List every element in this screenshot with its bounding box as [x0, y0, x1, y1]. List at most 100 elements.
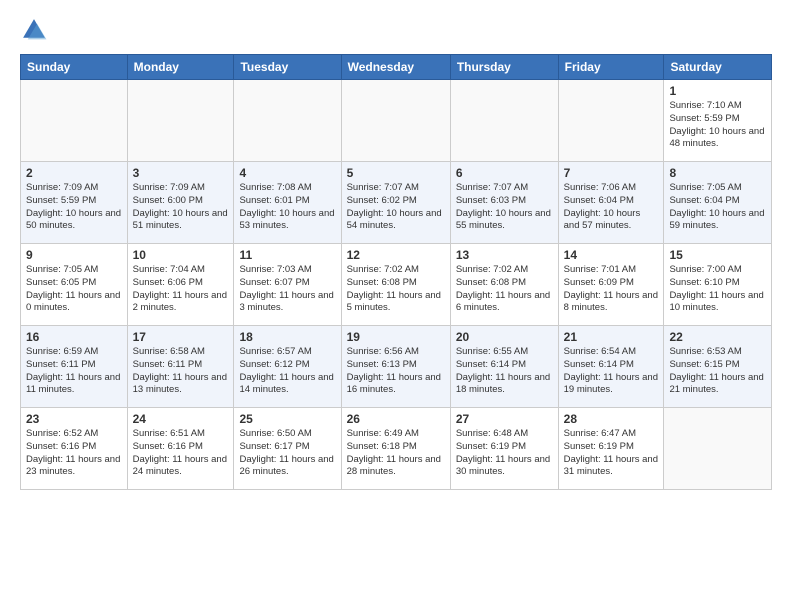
day-info: Sunrise: 7:04 AMSunset: 6:06 PMDaylight:… — [133, 264, 229, 315]
day-info: Sunrise: 6:49 AMSunset: 6:18 PMDaylight:… — [347, 428, 445, 479]
day-info: Sunrise: 7:10 AMSunset: 5:59 PMDaylight:… — [669, 100, 766, 151]
day-cell: 3Sunrise: 7:09 AMSunset: 6:00 PMDaylight… — [127, 162, 234, 244]
day-cell — [127, 80, 234, 162]
day-cell: 17 Sunrise: 6:58 AMSunset: 6:11 PMDayligh… — [127, 326, 234, 408]
day-cell: 20 Sunrise: 6:55 AMSunset: 6:14 PMDayligh… — [450, 326, 558, 408]
day-info: Sunrise: 7:07 AMSunset: 6:03 PMDaylight:… — [456, 182, 553, 233]
day-info: Sunrise: 7:01 AMSunset: 6:09 PMDaylight:… — [564, 264, 659, 315]
day-cell — [21, 80, 128, 162]
day-cell: 8 Sunrise: 7:05 AMSunset: 6:04 PMDaylight… — [664, 162, 772, 244]
day-number: 27 — [456, 412, 553, 426]
day-number: 23 — [26, 412, 122, 426]
day-info: Sunrise: 7:05 AMSunset: 6:05 PMDaylight:… — [26, 264, 122, 315]
day-cell: 12 Sunrise: 7:02 AMSunset: 6:08 PMDayligh… — [341, 244, 450, 326]
day-cell — [664, 408, 772, 490]
day-info: Sunrise: 6:47 AMSunset: 6:19 PMDaylight:… — [564, 428, 659, 479]
day-cell: 6 Sunrise: 7:07 AMSunset: 6:03 PMDaylight… — [450, 162, 558, 244]
day-number: 1 — [669, 84, 766, 98]
day-number: 9 — [26, 248, 122, 262]
day-cell: 15 Sunrise: 7:00 AMSunset: 6:10 PMDayligh… — [664, 244, 772, 326]
day-info: Sunrise: 7:02 AMSunset: 6:08 PMDaylight:… — [347, 264, 445, 315]
day-cell: 10 Sunrise: 7:04 AMSunset: 6:06 PMDayligh… — [127, 244, 234, 326]
day-info: Sunrise: 6:51 AMSunset: 6:16 PMDaylight:… — [133, 428, 229, 479]
day-cell: 23 Sunrise: 6:52 AMSunset: 6:16 PMDayligh… — [21, 408, 128, 490]
day-number: 10 — [133, 248, 229, 262]
day-number: 4 — [239, 166, 335, 180]
day-cell: 13 Sunrise: 7:02 AMSunset: 6:08 PMDayligh… — [450, 244, 558, 326]
day-number: 15 — [669, 248, 766, 262]
day-number: 17 — [133, 330, 229, 344]
day-info: Sunrise: 7:02 AMSunset: 6:08 PMDaylight:… — [456, 264, 553, 315]
day-cell: 9 Sunrise: 7:05 AMSunset: 6:05 PMDaylight… — [21, 244, 128, 326]
day-number: 21 — [564, 330, 659, 344]
day-cell: 18Sunrise: 6:57 AMSunset: 6:12 PMDayligh… — [234, 326, 341, 408]
day-info: Sunrise: 6:50 AMSunset: 6:17 PMDaylight:… — [239, 428, 335, 479]
day-number: 22 — [669, 330, 766, 344]
day-info: Sunrise: 6:48 AMSunset: 6:19 PMDaylight:… — [456, 428, 553, 479]
day-number: 12 — [347, 248, 445, 262]
day-info: Sunrise: 6:55 AMSunset: 6:14 PMDaylight:… — [456, 346, 553, 397]
page: SundayMondayTuesdayWednesdayThursdayFrid… — [0, 0, 792, 612]
day-number: 26 — [347, 412, 445, 426]
day-number: 19 — [347, 330, 445, 344]
day-cell: 7 Sunrise: 7:06 AMSunset: 6:04 PMDaylight… — [558, 162, 664, 244]
day-number: 2 — [26, 166, 122, 180]
calendar: SundayMondayTuesdayWednesdayThursdayFrid… — [20, 54, 772, 490]
day-info: Sunrise: 7:06 AMSunset: 6:04 PMDaylight:… — [564, 182, 659, 233]
day-cell — [450, 80, 558, 162]
header-row: SundayMondayTuesdayWednesdayThursdayFrid… — [21, 55, 772, 80]
day-info: Sunrise: 6:56 AMSunset: 6:13 PMDaylight:… — [347, 346, 445, 397]
col-header-wednesday: Wednesday — [341, 55, 450, 80]
col-header-tuesday: Tuesday — [234, 55, 341, 80]
day-number: 7 — [564, 166, 659, 180]
logo-icon — [20, 16, 48, 44]
week-row-1: 1 Sunrise: 7:10 AMSunset: 5:59 PMDaylight… — [21, 80, 772, 162]
day-number: 11 — [239, 248, 335, 262]
col-header-thursday: Thursday — [450, 55, 558, 80]
day-cell: 21 Sunrise: 6:54 AMSunset: 6:14 PMDayligh… — [558, 326, 664, 408]
day-info: Sunrise: 7:03 AMSunset: 6:07 PMDaylight:… — [239, 264, 335, 315]
col-header-saturday: Saturday — [664, 55, 772, 80]
week-row-4: 16Sunrise: 6:59 AMSunset: 6:11 PMDayligh… — [21, 326, 772, 408]
day-info: Sunrise: 7:08 AMSunset: 6:01 PMDaylight:… — [239, 182, 335, 233]
day-cell: 28 Sunrise: 6:47 AMSunset: 6:19 PMDayligh… — [558, 408, 664, 490]
day-number: 20 — [456, 330, 553, 344]
day-number: 6 — [456, 166, 553, 180]
day-number: 3 — [133, 166, 229, 180]
day-cell: 25 Sunrise: 6:50 AMSunset: 6:17 PMDayligh… — [234, 408, 341, 490]
day-info: Sunrise: 6:54 AMSunset: 6:14 PMDaylight:… — [564, 346, 659, 397]
day-cell: 5 Sunrise: 7:07 AMSunset: 6:02 PMDaylight… — [341, 162, 450, 244]
week-row-5: 23 Sunrise: 6:52 AMSunset: 6:16 PMDayligh… — [21, 408, 772, 490]
day-number: 13 — [456, 248, 553, 262]
day-cell: 14Sunrise: 7:01 AMSunset: 6:09 PMDayligh… — [558, 244, 664, 326]
logo — [20, 16, 52, 44]
day-info: Sunrise: 7:07 AMSunset: 6:02 PMDaylight:… — [347, 182, 445, 233]
day-info: Sunrise: 6:53 AMSunset: 6:15 PMDaylight:… — [669, 346, 766, 397]
day-cell: 24 Sunrise: 6:51 AMSunset: 6:16 PMDayligh… — [127, 408, 234, 490]
day-cell: 16Sunrise: 6:59 AMSunset: 6:11 PMDayligh… — [21, 326, 128, 408]
day-cell: 19 Sunrise: 6:56 AMSunset: 6:13 PMDayligh… — [341, 326, 450, 408]
day-info: Sunrise: 6:58 AMSunset: 6:11 PMDaylight:… — [133, 346, 229, 397]
col-header-sunday: Sunday — [21, 55, 128, 80]
day-number: 24 — [133, 412, 229, 426]
col-header-friday: Friday — [558, 55, 664, 80]
day-number: 16 — [26, 330, 122, 344]
col-header-monday: Monday — [127, 55, 234, 80]
day-number: 28 — [564, 412, 659, 426]
day-cell: 2Sunrise: 7:09 AMSunset: 5:59 PMDaylight… — [21, 162, 128, 244]
day-number: 25 — [239, 412, 335, 426]
day-number: 8 — [669, 166, 766, 180]
day-cell: 1 Sunrise: 7:10 AMSunset: 5:59 PMDaylight… — [664, 80, 772, 162]
day-cell: 11 Sunrise: 7:03 AMSunset: 6:07 PMDayligh… — [234, 244, 341, 326]
day-cell: 27 Sunrise: 6:48 AMSunset: 6:19 PMDayligh… — [450, 408, 558, 490]
day-cell — [558, 80, 664, 162]
day-info: Sunrise: 7:00 AMSunset: 6:10 PMDaylight:… — [669, 264, 766, 315]
day-info: Sunrise: 6:57 AMSunset: 6:12 PMDaylight:… — [239, 346, 335, 397]
header — [20, 16, 772, 44]
day-cell: 4 Sunrise: 7:08 AMSunset: 6:01 PMDaylight… — [234, 162, 341, 244]
week-row-3: 9 Sunrise: 7:05 AMSunset: 6:05 PMDaylight… — [21, 244, 772, 326]
day-info: Sunrise: 6:52 AMSunset: 6:16 PMDaylight:… — [26, 428, 122, 479]
day-info: Sunrise: 7:05 AMSunset: 6:04 PMDaylight:… — [669, 182, 766, 233]
day-cell: 26 Sunrise: 6:49 AMSunset: 6:18 PMDayligh… — [341, 408, 450, 490]
day-number: 5 — [347, 166, 445, 180]
